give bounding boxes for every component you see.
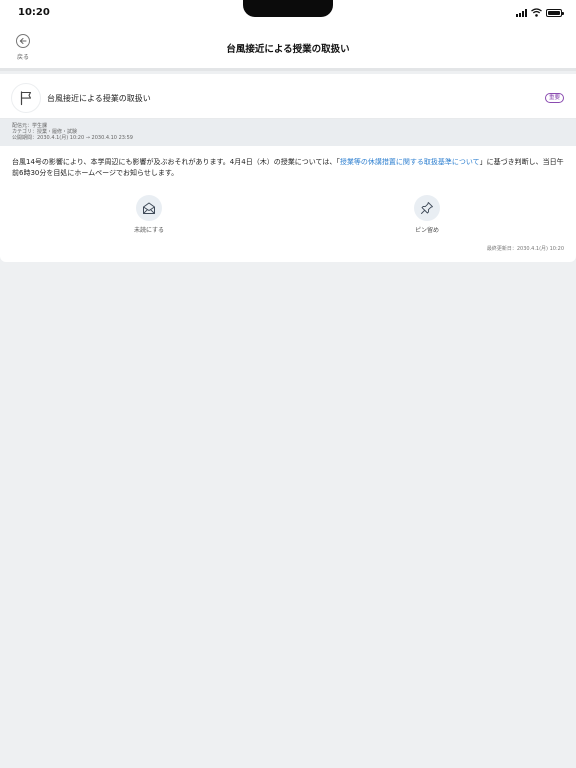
- navigation-bar: 戻る 台風接近による授業の取扱い: [0, 26, 576, 68]
- notice-header: 台風接近による授業の取扱い 重要: [0, 74, 576, 119]
- battery-icon: [546, 8, 564, 17]
- body-text-part1: 台風14号の影響により、本学周辺にも影響が及ぶおそれがあります。4月4日（木）の…: [12, 158, 340, 166]
- nav-divider: [0, 68, 576, 71]
- last-updated-text: 最終更新日：2030.4.1(月) 10:20: [486, 246, 564, 252]
- status-icons: [516, 8, 564, 17]
- status-time: 10:20: [18, 7, 50, 18]
- envelope-open-icon: [136, 195, 162, 221]
- mark-unread-label: 未読にする: [133, 227, 165, 234]
- flag-icon: [11, 83, 41, 113]
- status-bar: 10:20: [0, 0, 576, 26]
- pin-label: ピン留め: [414, 227, 439, 234]
- page-title: 台風接近による授業の取扱い: [226, 44, 350, 55]
- guideline-link[interactable]: 授業等の休講措置に関する取扱基準について: [340, 158, 480, 166]
- wifi-icon: [531, 8, 542, 17]
- camera-notch: [243, 0, 333, 17]
- pin-icon: [414, 195, 440, 221]
- notice-card: 台風接近による授業の取扱い 重要 配信元：学生課 カテゴリ：授業・履修・試験 公…: [0, 74, 576, 262]
- notice-title: 台風接近による授業の取扱い: [47, 94, 151, 103]
- mark-unread-button[interactable]: 未読にする: [119, 195, 179, 234]
- pin-button[interactable]: ピン留め: [397, 195, 457, 234]
- notice-meta: 配信元：学生課 カテゴリ：授業・履修・試験 公開期間：2030.4.1(月) 1…: [0, 119, 576, 146]
- notice-body: 台風14号の影響により、本学周辺にも影響が及ぶおそれがあります。4月4日（木）の…: [12, 157, 568, 179]
- cellular-signal-icon: [516, 8, 527, 17]
- importance-badge: 重要: [544, 93, 564, 103]
- period-text: 公開期間：2030.4.1(月) 10:20 → 2030.4.10 23:59: [12, 135, 133, 141]
